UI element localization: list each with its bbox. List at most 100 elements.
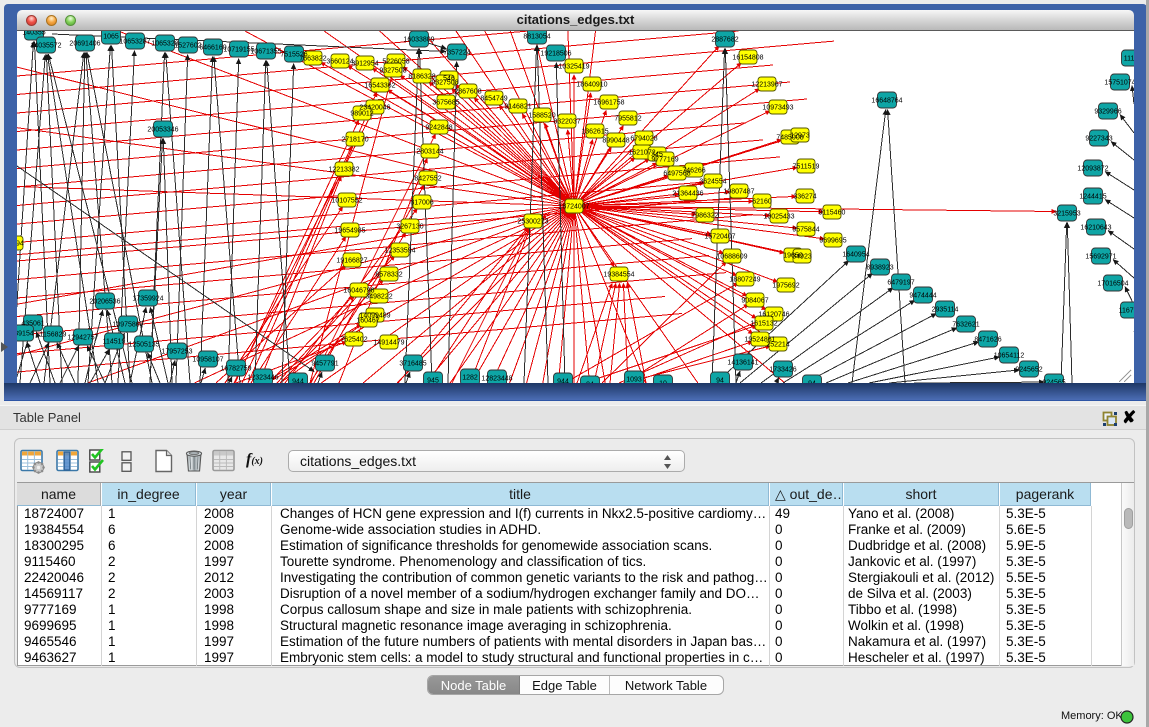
svg-text:7625402: 7625402	[340, 336, 367, 343]
svg-text:8813054: 8813054	[523, 33, 550, 40]
svg-text:7632621: 7632621	[952, 321, 979, 328]
svg-text:336274: 336274	[793, 193, 816, 200]
svg-text:1362615: 1362615	[581, 128, 608, 135]
svg-text:6479197: 6479197	[887, 279, 914, 286]
svg-text:944: 944	[292, 378, 304, 383]
svg-text:20053346: 20053346	[147, 126, 178, 133]
svg-text:1733426: 1733426	[769, 366, 796, 373]
svg-text:945: 945	[427, 377, 439, 383]
svg-text:15692971: 15692971	[1085, 253, 1116, 260]
svg-text:14035572: 14035572	[30, 42, 61, 49]
svg-text:12323446: 12323446	[247, 374, 278, 381]
svg-text:10973493: 10973493	[762, 104, 793, 111]
svg-text:3912954: 3912954	[351, 60, 378, 67]
svg-text:15720407: 15720407	[704, 233, 735, 240]
svg-text:39154: 39154	[17, 330, 34, 337]
svg-text:9699695: 9699695	[819, 237, 846, 244]
svg-text:12093872: 12093872	[1077, 165, 1108, 172]
svg-text:114519: 114519	[103, 338, 126, 345]
svg-text:19166827: 19166827	[336, 257, 367, 264]
svg-text:1975692: 1975692	[772, 282, 799, 289]
svg-text:1093: 1093	[626, 376, 642, 383]
svg-text:10325419: 10325419	[558, 63, 589, 70]
svg-text:9245652: 9245652	[1015, 366, 1042, 373]
svg-text:12353594: 12353594	[384, 247, 415, 254]
svg-text:9474444: 9474444	[909, 292, 936, 299]
svg-text:12505135: 12505135	[128, 341, 159, 348]
svg-text:1527602: 1527602	[174, 42, 201, 49]
svg-text:5226058: 5226058	[382, 58, 409, 65]
svg-text:3215953: 3215953	[1053, 210, 1080, 217]
svg-text:8471626: 8471626	[974, 336, 1001, 343]
svg-text:19218506: 19218506	[540, 50, 571, 57]
svg-text:2887682: 2887682	[711, 36, 738, 43]
svg-text:3267130: 3267130	[396, 223, 423, 230]
svg-text:10958107: 10958107	[192, 356, 223, 363]
svg-text:17359924: 17359924	[132, 295, 163, 302]
svg-text:9242848: 9242848	[425, 124, 452, 131]
svg-text:1112: 1112	[1124, 55, 1134, 62]
svg-text:160467: 160467	[356, 317, 379, 324]
svg-text:14136141: 14136141	[727, 359, 758, 366]
svg-text:8427552: 8427552	[414, 175, 441, 182]
svg-text:3660124: 3660124	[326, 58, 353, 65]
svg-text:94: 94	[808, 380, 816, 383]
svg-text:14914479: 14914479	[373, 339, 404, 346]
svg-text:7955812: 7955812	[614, 115, 641, 122]
svg-text:20206536: 20206536	[89, 298, 120, 305]
svg-text:1156829: 1156829	[40, 331, 67, 338]
svg-text:944: 944	[557, 378, 569, 383]
svg-text:17016504: 17016504	[1097, 280, 1128, 287]
svg-text:9146821: 9146821	[504, 103, 531, 110]
svg-text:12213967: 12213967	[751, 81, 782, 88]
svg-text:435061: 435061	[21, 320, 44, 327]
svg-text:3624554: 3624554	[699, 178, 726, 185]
svg-text:10975867: 10975867	[112, 321, 143, 328]
svg-text:17957253: 17957253	[161, 348, 192, 355]
svg-text:7357224: 7357224	[443, 49, 470, 56]
svg-text:7515526: 7515526	[280, 51, 307, 58]
svg-text:10671355: 10671355	[250, 48, 281, 55]
svg-text:8578332: 8578332	[375, 271, 402, 278]
svg-text:9777169: 9777169	[651, 156, 678, 163]
svg-text:252214: 252214	[766, 341, 789, 348]
svg-text:9329966: 9329966	[1094, 108, 1121, 115]
svg-text:1615132: 1615132	[750, 320, 777, 327]
svg-text:15751074: 15751074	[1104, 79, 1134, 86]
svg-text:2867608: 2867608	[454, 88, 481, 95]
svg-text:16120746: 16120746	[758, 311, 789, 318]
svg-text:12823448: 12823448	[481, 375, 512, 382]
svg-text:16154808: 16154808	[732, 54, 763, 61]
svg-text:1282: 1282	[462, 374, 478, 381]
svg-text:25300273: 25300273	[517, 218, 548, 225]
svg-text:6497568: 6497568	[663, 170, 690, 177]
svg-text:116753: 116753	[1119, 307, 1134, 314]
svg-text:1640954: 1640954	[842, 251, 869, 258]
svg-text:6794028: 6794028	[630, 135, 657, 142]
svg-text:18724007: 18724007	[558, 203, 589, 210]
svg-text:12213382: 12213382	[328, 166, 359, 173]
svg-text:16961758: 16961758	[593, 99, 624, 106]
svg-text:10688609: 10688609	[716, 253, 747, 260]
svg-text:94: 94	[716, 377, 724, 383]
svg-text:9227343: 9227343	[1085, 135, 1112, 142]
svg-text:2935114: 2935114	[932, 306, 959, 313]
svg-text:9457791: 9457791	[311, 360, 338, 367]
svg-text:12973: 12973	[790, 132, 810, 139]
svg-text:10807487: 10807487	[723, 188, 754, 195]
svg-text:9084067: 9084067	[741, 297, 768, 304]
svg-text:989012: 989012	[350, 110, 373, 117]
svg-text:9327508: 9327508	[379, 67, 406, 74]
svg-text:1065: 1065	[103, 33, 119, 40]
svg-text:1588520: 1588520	[528, 112, 555, 119]
svg-text:8454749: 8454749	[480, 95, 507, 102]
svg-text:53594: 53594	[17, 240, 24, 247]
svg-text:62160: 62160	[752, 198, 772, 205]
svg-text:12942757: 12942757	[67, 334, 98, 341]
svg-text:16033809: 16033809	[403, 36, 434, 43]
svg-text:9115460: 9115460	[819, 209, 846, 216]
svg-text:9327508: 9327508	[431, 79, 458, 86]
svg-text:19654985: 19654985	[334, 227, 365, 234]
svg-text:3675685: 3675685	[432, 99, 459, 106]
svg-text:3498222: 3498222	[365, 293, 392, 300]
